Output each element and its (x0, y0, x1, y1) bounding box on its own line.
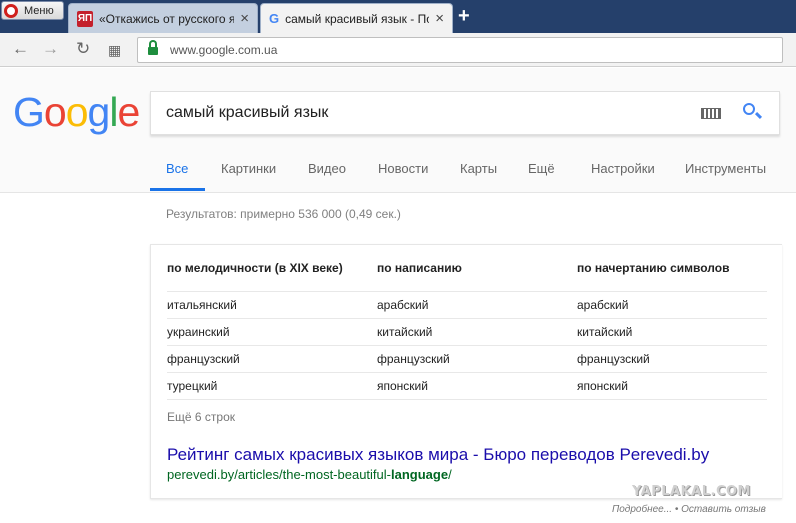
logo-letter: o (43, 89, 67, 135)
table-cell: китайский (577, 325, 633, 339)
reload-icon[interactable]: ↻ (76, 39, 90, 59)
search-icon[interactable] (741, 102, 763, 124)
google-favicon-icon: G (269, 11, 280, 26)
active-tab-indicator (150, 188, 205, 191)
tab-title: «Откажись от русского язы (99, 11, 235, 26)
lock-icon (148, 40, 158, 56)
forward-icon[interactable]: → (42, 39, 59, 59)
table-cell: итальянский (167, 298, 237, 312)
search-query[interactable]: самый красивый язык (166, 104, 701, 122)
yaplakal-favicon-icon: ЯП (77, 10, 93, 27)
column-header-writing: по написанию (377, 261, 462, 275)
close-tab-icon[interactable]: × (240, 10, 249, 27)
logo-letter: o (65, 89, 89, 135)
browser-menu-button[interactable]: Меню (1, 1, 64, 20)
yaplakal-watermark: YAPLAKAL.COM (632, 484, 751, 499)
table-cell: турецкий (167, 379, 218, 393)
browser-tab-bar: Меню ЯП «Откажись от русского язы × G са… (0, 0, 796, 33)
tab-settings[interactable]: Настройки (591, 161, 655, 176)
result-url-suffix: / (448, 467, 452, 482)
table-cell: украинский (167, 325, 230, 339)
table-cell: французский (377, 352, 450, 366)
result-url-keyword: language (391, 467, 449, 482)
speed-dial-icon[interactable]: ▦ (108, 42, 121, 59)
google-header: Google самый красивый язык Все Картинки … (0, 68, 796, 193)
address-text: www.google.com.ua (170, 43, 278, 57)
result-title-link[interactable]: Рейтинг самых красивых языков мира - Бюр… (167, 445, 709, 465)
feedback-footer[interactable]: Подробнее... • Оставить отзыв (612, 504, 766, 515)
tab-video[interactable]: Видео (308, 161, 346, 176)
address-bar[interactable]: www.google.com.ua (137, 37, 783, 63)
logo-letter: e (117, 89, 140, 135)
result-url-prefix: perevedi.by/articles/the-most-beautiful- (167, 467, 391, 482)
logo-letter: l (109, 89, 118, 135)
tab-tools[interactable]: Инструменты (685, 161, 766, 176)
result-stats: Результатов: примерно 536 000 (0,49 сек.… (166, 207, 401, 221)
close-tab-icon[interactable]: × (435, 10, 444, 27)
snippet-table: по мелодичности (в XIX веке) по написани… (167, 259, 767, 400)
search-input[interactable]: самый красивый язык (150, 91, 780, 135)
browser-toolbar: ← → ↻ ▦ www.google.com.ua (0, 33, 796, 67)
menu-label: Меню (24, 4, 54, 17)
tab-title: самый красивый язык - Пои (285, 11, 430, 26)
table-cell: арабский (377, 298, 429, 312)
table-row: итальянский арабский арабский (167, 292, 767, 319)
column-header-melody: по мелодичности (в XIX веке) (167, 261, 343, 275)
table-cell: французский (167, 352, 240, 366)
google-logo[interactable]: Google (13, 89, 140, 136)
result-url: perevedi.by/articles/the-most-beautiful-… (167, 467, 452, 482)
tab-news[interactable]: Новости (378, 161, 428, 176)
browser-tab-yaplakal[interactable]: ЯП «Откажись от русского язы × (68, 3, 258, 33)
table-cell: французский (577, 352, 650, 366)
table-row: французский французский французский (167, 346, 767, 373)
table-row: украинский китайский китайский (167, 319, 767, 346)
keyboard-icon[interactable] (701, 107, 721, 119)
tab-all[interactable]: Все (166, 161, 188, 176)
table-row: турецкий японский японский (167, 373, 767, 400)
table-cell: арабский (577, 298, 629, 312)
table-header-row: по мелодичности (в XIX веке) по написани… (167, 259, 767, 292)
opera-logo-icon (4, 3, 18, 18)
featured-snippet-card: по мелодичности (в XIX веке) по написани… (150, 244, 782, 499)
search-tabs: Все Картинки Видео Новости Карты Ещё Нас… (150, 154, 790, 193)
more-rows-link[interactable]: Ещё 6 строк (167, 410, 235, 424)
tab-maps[interactable]: Карты (460, 161, 497, 176)
back-icon[interactable]: ← (12, 39, 29, 59)
table-cell: японский (577, 379, 628, 393)
new-tab-button[interactable]: + (458, 5, 470, 28)
logo-letter: g (87, 89, 111, 135)
column-header-symbols: по начертанию символов (577, 261, 730, 275)
tab-more[interactable]: Ещё (528, 161, 555, 176)
tab-images[interactable]: Картинки (221, 161, 276, 176)
table-cell: японский (377, 379, 428, 393)
table-cell: китайский (377, 325, 433, 339)
logo-letter: G (13, 89, 45, 135)
browser-tab-google[interactable]: G самый красивый язык - Пои × (260, 3, 453, 33)
